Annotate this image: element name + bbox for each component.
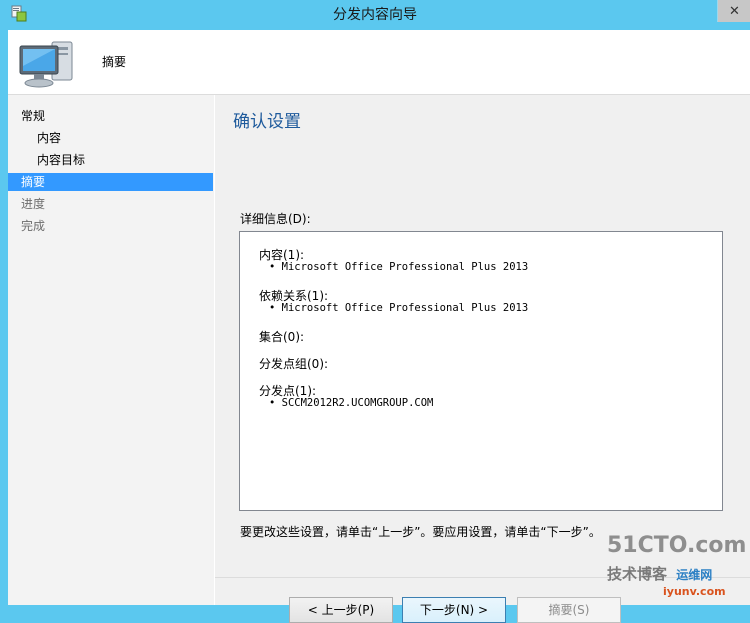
- section-collections-title: 集合(0):: [259, 330, 305, 344]
- page-title: 确认设置: [233, 112, 301, 132]
- header-title: 摘要: [102, 55, 127, 69]
- wizard-content: 确认设置 详细信息(D): 内容(1): • Microsoft Office …: [215, 95, 750, 623]
- summary-button: 摘要(S): [517, 597, 621, 623]
- watermark-url: iyunv.com: [663, 585, 726, 598]
- section-content-item: • Microsoft Office Professional Plus 201…: [269, 261, 529, 273]
- watermark-sub2-text: 运维网: [676, 568, 713, 582]
- window-title: 分发内容向导: [333, 7, 417, 23]
- wizard-frame: 摘要 常规 内容 内容目标 摘要 进度 完成 确认设置 详细信息(D): 内容(…: [8, 30, 750, 623]
- section-dp-item: • SCCM2012R2.UCOMGROUP.COM: [269, 397, 434, 409]
- wizard-nav: 常规 内容 内容目标 摘要 进度 完成: [8, 95, 214, 605]
- nav-item-content-destination[interactable]: 内容目标: [8, 151, 213, 169]
- hint-text: 要更改这些设置，请单击“上一步”。要应用设置，请单击“下一步”。: [240, 525, 601, 539]
- close-button[interactable]: ✕: [717, 0, 750, 22]
- nav-item-content[interactable]: 内容: [8, 129, 213, 147]
- nav-item-general[interactable]: 常规: [8, 107, 213, 125]
- wizard-header: 摘要: [8, 30, 750, 95]
- title-bar: 分发内容向导 ✕: [0, 0, 750, 30]
- watermark-sub: 技术博客 运维网: [607, 563, 712, 584]
- close-icon: ✕: [729, 3, 740, 19]
- next-button[interactable]: 下一步(N) >: [402, 597, 506, 623]
- details-box[interactable]: 内容(1): • Microsoft Office Professional P…: [239, 231, 723, 511]
- watermark: 51CTO.com 技术博客 运维网 iyunv.com: [607, 533, 747, 603]
- computer-icon: [19, 41, 73, 88]
- nav-item-completion: 完成: [21, 219, 46, 233]
- section-dependencies-item: • Microsoft Office Professional Plus 201…: [269, 302, 529, 314]
- nav-item-summary[interactable]: 摘要: [8, 173, 213, 191]
- watermark-sub-text: 技术博客: [607, 565, 668, 583]
- details-label: 详细信息(D):: [240, 212, 311, 226]
- section-dp-groups-title: 分发点组(0):: [259, 357, 329, 371]
- watermark-main: 51CTO.com: [607, 533, 747, 558]
- nav-item-progress: 进度: [21, 197, 46, 211]
- prev-button[interactable]: < 上一步(P): [289, 597, 393, 623]
